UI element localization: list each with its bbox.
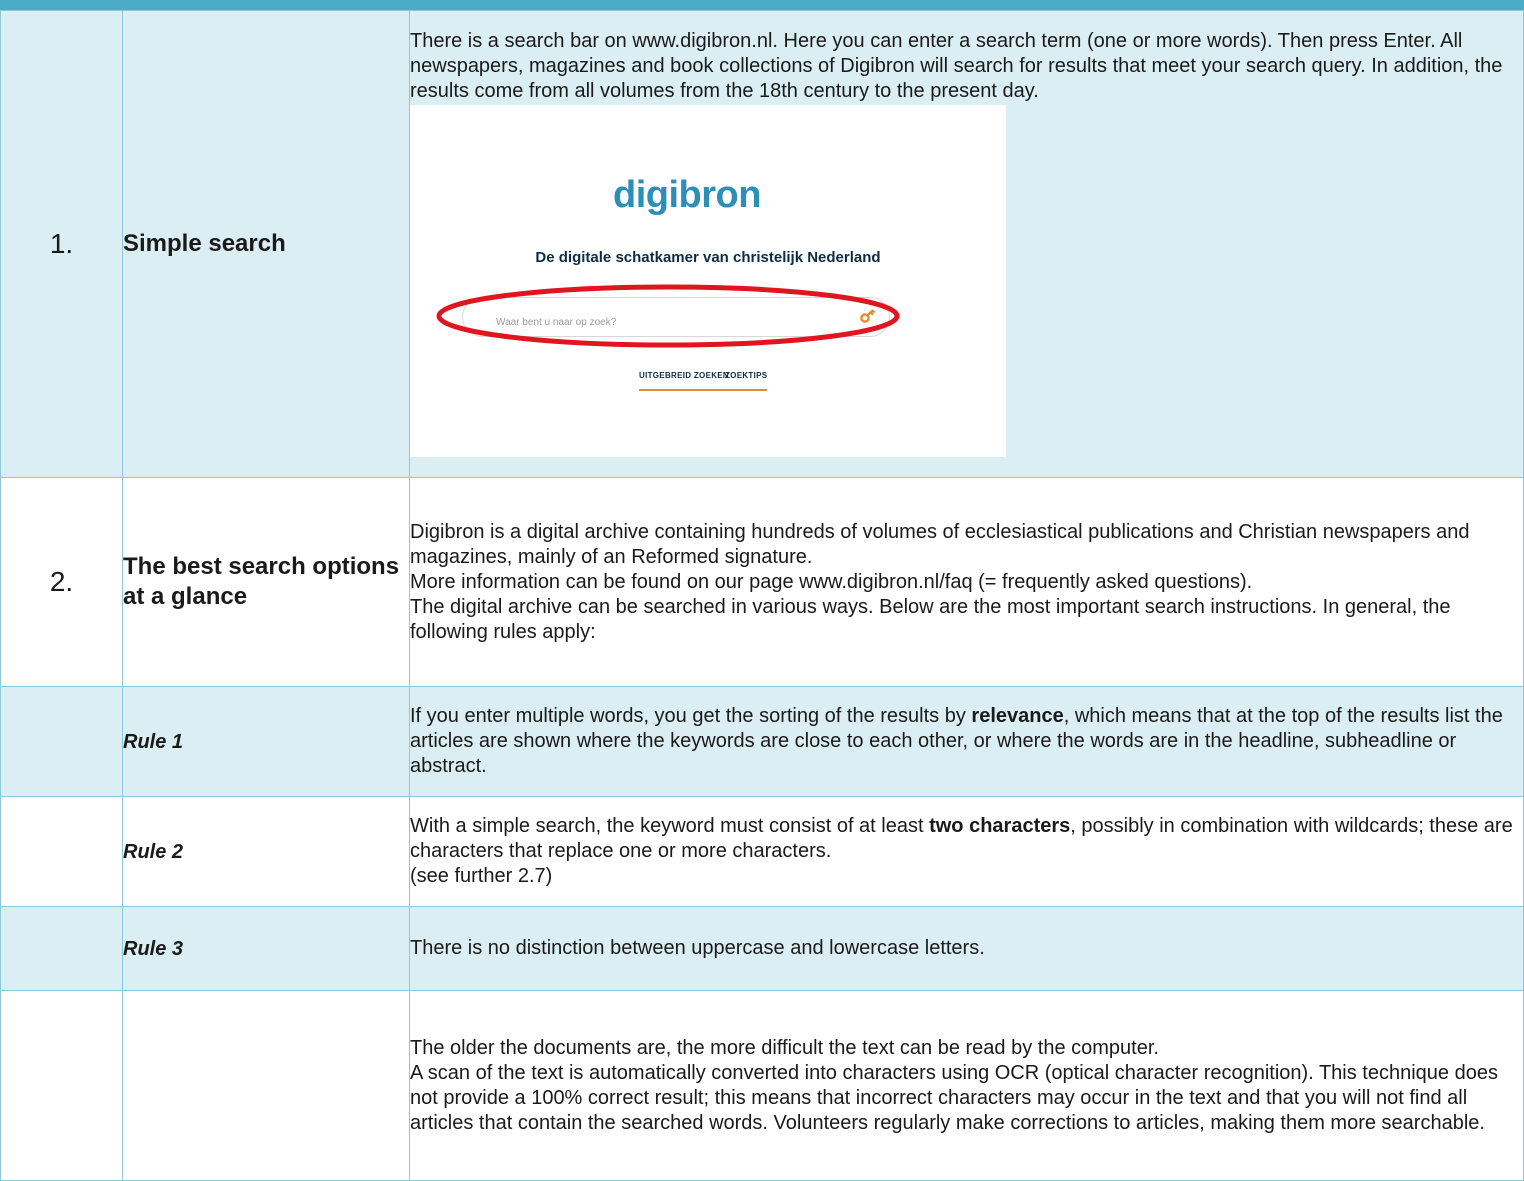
search-input[interactable]: Waar bent u naar op zoek?: [462, 296, 890, 337]
header-bar: [0, 0, 1524, 10]
digibron-logo: digibron: [613, 173, 761, 216]
text: If you enter multiple words, you get the…: [410, 705, 972, 727]
instructions-table: 1. Simple search There is a search bar o…: [0, 10, 1524, 1181]
row-label: The best search options at a glance: [122, 477, 410, 687]
row-number: [0, 990, 123, 1181]
row-content: With a simple search, the keyword must c…: [409, 796, 1524, 907]
table-row-simple-search: 1. Simple search There is a search bar o…: [0, 10, 1524, 478]
paragraph: Digibron is a digital archive containing…: [410, 520, 1470, 568]
paragraph: More information can be found on our pag…: [410, 570, 1253, 593]
emphasis: two characters: [929, 815, 1071, 837]
table-row-search-options: 2. The best search options at a glance D…: [0, 477, 1524, 687]
highlight-ellipse: [436, 284, 900, 347]
advanced-search-link[interactable]: UITGEBREID ZOEKEN: [639, 363, 729, 391]
paragraph: A scan of the text is automatically conv…: [410, 1061, 1498, 1134]
row-label: Simple search: [122, 10, 410, 478]
digibron-screenshot: digibron De digitale schatkamer van chri…: [410, 104, 1006, 457]
table-row-rule-2: Rule 2 With a simple search, the keyword…: [0, 796, 1524, 907]
row-label: [122, 990, 410, 1181]
row-number: [0, 796, 123, 907]
key-icon[interactable]: [859, 306, 877, 324]
table-row-ocr: The older the documents are, the more di…: [0, 990, 1524, 1181]
table-row-rule-3: Rule 3 There is no distinction between u…: [0, 906, 1524, 991]
row-content: There is a search bar on www.digibron.nl…: [409, 10, 1524, 478]
row-content: Digibron is a digital archive containing…: [409, 477, 1524, 687]
document-page: 1. Simple search There is a search bar o…: [0, 0, 1524, 1181]
row-label: Rule 2: [122, 796, 410, 907]
text: With a simple search, the keyword must c…: [410, 815, 930, 837]
paragraph: (see further 2.7): [410, 865, 553, 887]
row-number: [0, 686, 123, 797]
row-label: Rule 1: [122, 686, 410, 797]
simple-search-text: There is a search bar on www.digibron.nl…: [410, 29, 1503, 102]
row-content: If you enter multiple words, you get the…: [409, 686, 1524, 797]
row-content: There is no distinction between uppercas…: [409, 906, 1524, 991]
paragraph: The older the documents are, the more di…: [410, 1036, 1159, 1059]
site-tagline: De digitale schatkamer van christelijk N…: [535, 248, 881, 266]
row-number: 2.: [0, 477, 123, 687]
search-placeholder: Waar bent u naar op zoek?: [496, 316, 617, 328]
search-tips-link[interactable]: ZOEKTIPS: [725, 363, 768, 391]
row-number: 1.: [0, 10, 123, 478]
emphasis: relevance: [971, 705, 1064, 727]
table-row-rule-1: Rule 1 If you enter multiple words, you …: [0, 686, 1524, 797]
paragraph: The digital archive can be searched in v…: [410, 595, 1451, 643]
row-content: The older the documents are, the more di…: [409, 990, 1524, 1181]
row-label: Rule 3: [122, 906, 410, 991]
row-number: [0, 906, 123, 991]
